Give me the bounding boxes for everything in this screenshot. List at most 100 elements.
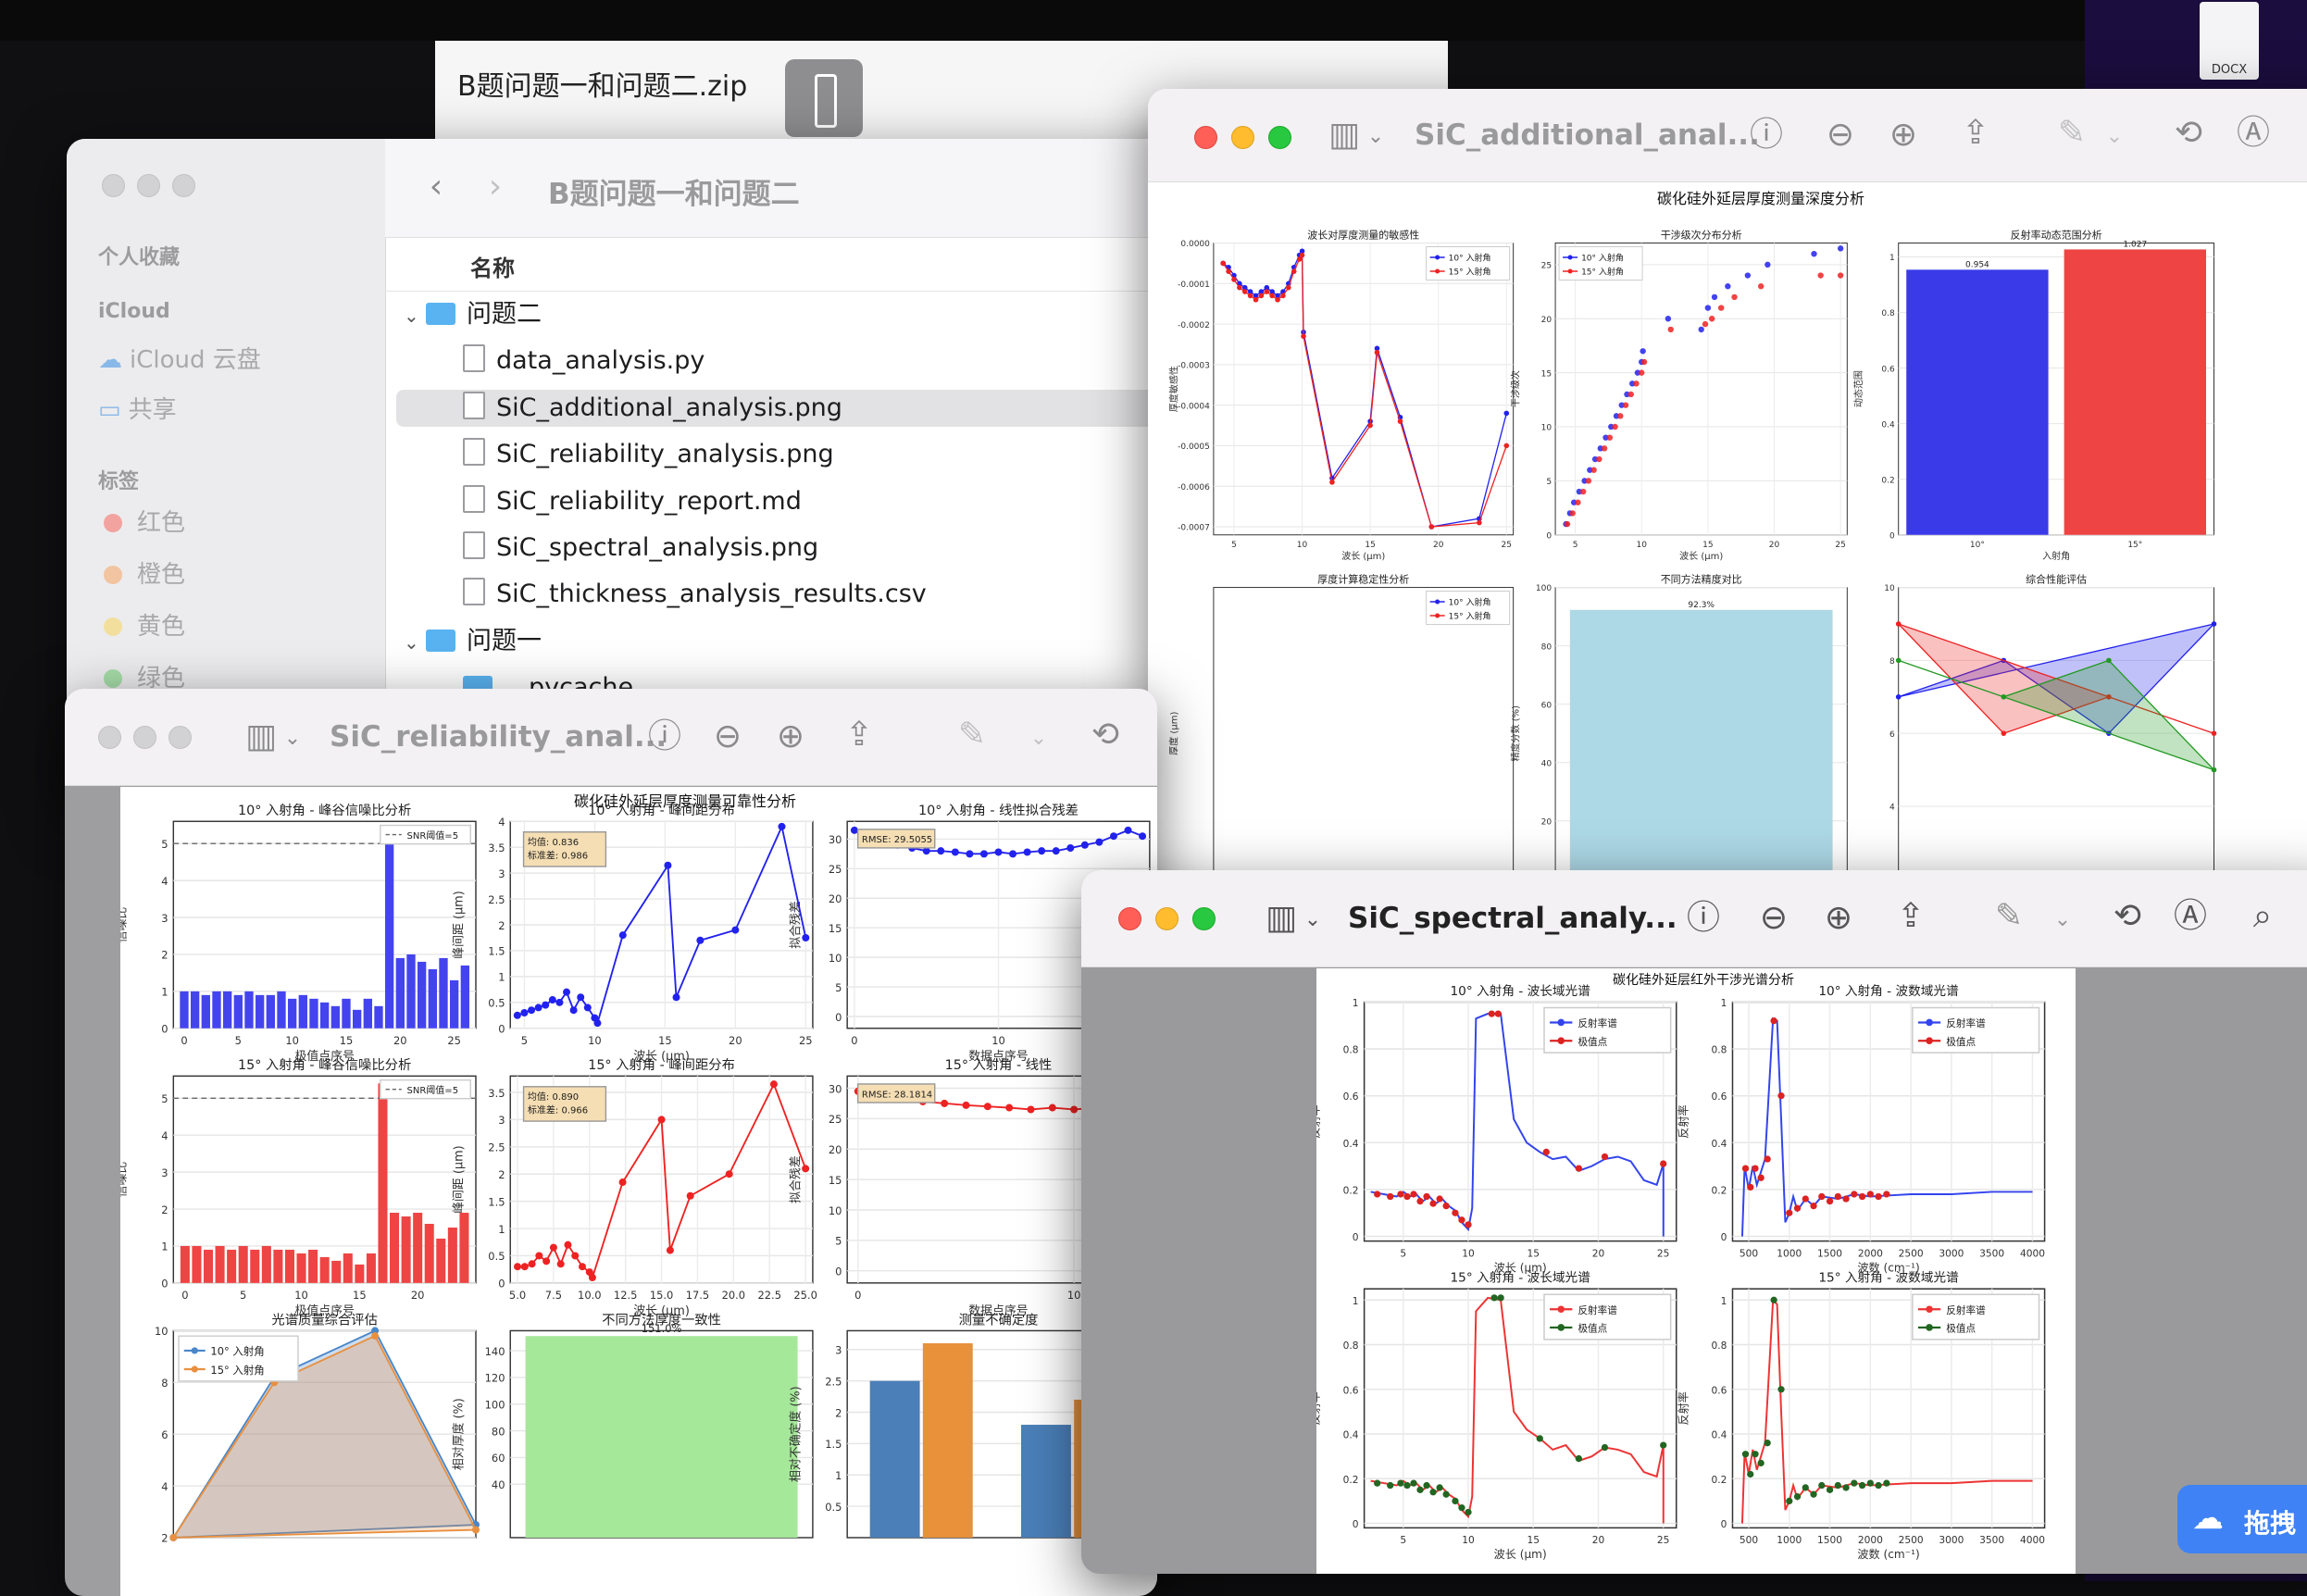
- chevron-down-icon[interactable]: ⌄: [1303, 902, 1322, 939]
- info-icon[interactable]: ⓘ: [1748, 117, 1785, 154]
- chevron-down-icon[interactable]: ⌄: [2053, 902, 2072, 939]
- legend-marker: [1926, 1324, 1933, 1331]
- disclosure-chevron-icon[interactable]: ⌄: [404, 297, 426, 334]
- stats-text: 均值: 0.836: [528, 836, 579, 848]
- zoom-out-icon[interactable]: ⊖: [709, 718, 746, 755]
- y-tick-label: 2: [161, 949, 168, 962]
- share-icon[interactable]: ⇪: [841, 717, 878, 754]
- chevron-down-icon[interactable]: ⌄: [1029, 720, 1048, 757]
- y-axis-label: 相对不确定度 (%): [789, 1386, 804, 1482]
- share-icon[interactable]: ⇪: [1892, 898, 1929, 935]
- extremum-point: [1575, 1454, 1583, 1463]
- sidebar-toggle-icon[interactable]: ▥: [243, 718, 280, 755]
- info-icon[interactable]: ⓘ: [646, 718, 683, 755]
- sidebar-tag-orange[interactable]: 橙色: [104, 555, 185, 590]
- baidu-drag-widget[interactable]: ☁ 拖拽: [2177, 1485, 2307, 1553]
- close-button[interactable]: [98, 726, 121, 749]
- data-point: [2211, 621, 2217, 627]
- bar: [417, 961, 427, 1029]
- annotate-icon[interactable]: Ⓐ: [2235, 115, 2272, 152]
- extremum-point: [1866, 1479, 1874, 1487]
- bar: [244, 991, 254, 1029]
- close-button[interactable]: [1118, 907, 1141, 930]
- data-point: [1575, 499, 1581, 505]
- share-icon[interactable]: ⇪: [1957, 115, 1994, 152]
- data-point: [1299, 252, 1305, 258]
- chevron-down-icon[interactable]: ⌄: [1366, 118, 1385, 156]
- chevron-down-icon[interactable]: ⌄: [283, 720, 302, 757]
- data-label: 1.027: [2123, 240, 2147, 249]
- y-tick-label: 120: [485, 1372, 505, 1385]
- minimize-button[interactable]: [1155, 907, 1178, 930]
- data-point: [941, 1099, 949, 1107]
- zoom-out-icon[interactable]: ⊖: [1822, 117, 1859, 154]
- image-file-icon: [463, 391, 485, 419]
- sidebar-item-shared[interactable]: ▭ 共享: [98, 391, 177, 425]
- minimize-button[interactable]: [137, 174, 160, 197]
- chevron-down-icon[interactable]: ⌄: [2105, 118, 2124, 156]
- close-button[interactable]: [1194, 126, 1217, 149]
- zoom-button[interactable]: [1268, 126, 1291, 149]
- zoom-button[interactable]: [172, 174, 195, 197]
- bar: [869, 1380, 920, 1538]
- zoom-in-icon[interactable]: ⊕: [1885, 117, 1922, 154]
- minimize-button[interactable]: [1231, 126, 1254, 149]
- x-tick-label: 10: [1636, 541, 1647, 550]
- docx-desktop-icon[interactable]: DOCX: [2200, 2, 2261, 81]
- data-point: [593, 1019, 602, 1028]
- bar: [343, 1253, 353, 1283]
- sidebar-toggle-icon[interactable]: ▥: [1326, 117, 1363, 154]
- y-tick-label: 8: [1889, 657, 1895, 667]
- rotate-icon[interactable]: ⟲: [1087, 717, 1124, 754]
- y-tick-label: 2: [498, 919, 505, 932]
- x-tick-label: 10: [1462, 1247, 1475, 1259]
- info-icon[interactable]: ⓘ: [1685, 900, 1722, 937]
- tag-dot-icon: [104, 669, 122, 688]
- zoom-button[interactable]: [168, 726, 192, 749]
- close-button[interactable]: [102, 174, 125, 197]
- data-point: [1005, 1103, 1014, 1112]
- sidebar-item-icloud-drive[interactable]: ☁ iCloud 云盘: [98, 341, 261, 375]
- y-tick-label: 1: [161, 986, 168, 999]
- sidebar-tag-red[interactable]: 红色: [104, 504, 185, 538]
- rotate-icon[interactable]: ⟲: [2170, 115, 2207, 152]
- markup-pen-icon[interactable]: ✎: [1990, 898, 2027, 935]
- data-point: [778, 822, 786, 830]
- extremum-point: [1452, 1497, 1459, 1505]
- y-tick-label: 0.2: [1712, 1184, 1727, 1196]
- y-tick-label: 1: [1353, 997, 1359, 1009]
- markup-pen-icon[interactable]: ✎: [2053, 115, 2090, 152]
- legend-label: SNR阈值=5: [406, 829, 458, 842]
- y-tick-label: 2.5: [488, 893, 505, 906]
- zoom-button[interactable]: [1192, 907, 1216, 930]
- y-tick-label: 0.4: [1881, 420, 1895, 430]
- y-tick-label: 0.8: [1343, 1044, 1359, 1056]
- docx-label: DOCX: [2211, 63, 2248, 77]
- plot-title: 10° 入射角 - 波长域光谱: [1450, 984, 1590, 999]
- x-tick-label: 500: [1740, 1534, 1759, 1546]
- forward-chevron-icon[interactable]: ›: [481, 168, 509, 206]
- y-tick-label: 5: [835, 1235, 842, 1248]
- annotation-text: RMSE: 29.5055: [862, 835, 932, 845]
- data-point: [664, 861, 672, 869]
- annotate-icon[interactable]: Ⓐ: [2172, 898, 2209, 935]
- y-tick-label: 80: [1541, 642, 1553, 652]
- disclosure-chevron-icon[interactable]: ⌄: [404, 624, 426, 661]
- x-tick-label: 20.0: [722, 1289, 746, 1302]
- y-tick-label: 6: [161, 1428, 168, 1441]
- extremum-point: [1826, 1197, 1834, 1205]
- sidebar-toggle-icon[interactable]: ▥: [1263, 900, 1300, 937]
- y-tick-label: 1: [1721, 1295, 1727, 1307]
- x-tick-label: 15: [658, 1034, 672, 1047]
- bar: [296, 1253, 306, 1283]
- zoom-in-icon[interactable]: ⊕: [1820, 900, 1857, 937]
- back-chevron-icon[interactable]: ‹: [422, 168, 450, 206]
- y-tick-label: 0.6: [1712, 1091, 1727, 1103]
- rotate-icon[interactable]: ⟲: [2109, 898, 2146, 935]
- zoom-out-icon[interactable]: ⊖: [1755, 900, 1792, 937]
- minimize-button[interactable]: [133, 726, 156, 749]
- search-icon[interactable]: ⌕: [2244, 898, 2281, 935]
- markup-pen-icon[interactable]: ✎: [954, 717, 991, 754]
- zoom-in-icon[interactable]: ⊕: [772, 718, 809, 755]
- sidebar-tag-yellow[interactable]: 黄色: [104, 607, 185, 642]
